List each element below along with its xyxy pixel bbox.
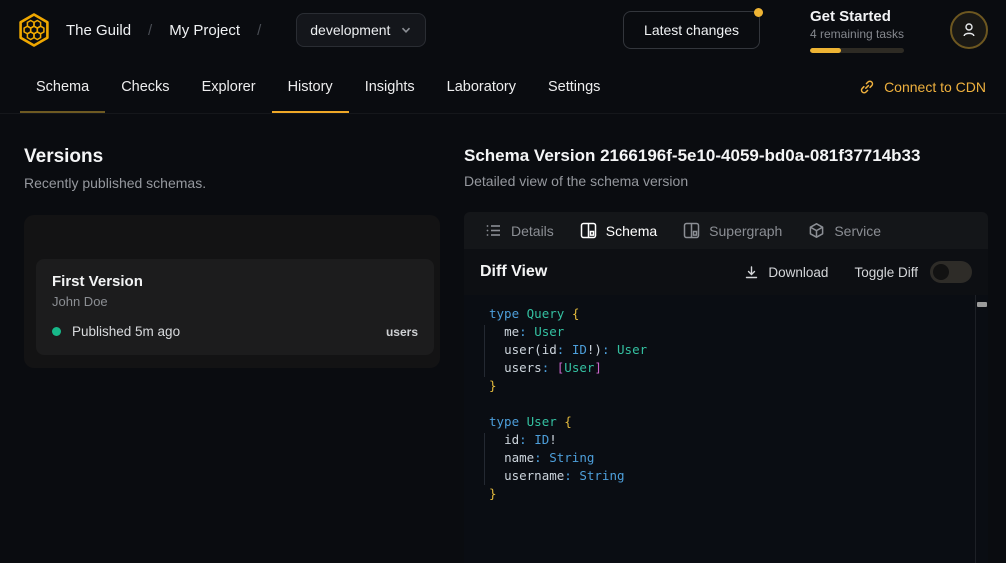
get-started-progress-fill — [810, 48, 841, 53]
version-list-item[interactable]: First Version John Doe Published 5m ago … — [36, 259, 434, 355]
toggle-diff-label: Toggle Diff — [854, 265, 918, 280]
detail-tab-supergraph-label: Supergraph — [709, 223, 782, 239]
columns-icon — [580, 222, 597, 239]
get-started-widget[interactable]: Get Started 4 remaining tasks — [810, 8, 904, 53]
tab-settings[interactable]: Settings — [532, 60, 616, 113]
columns-icon — [683, 222, 700, 239]
tab-laboratory[interactable]: Laboratory — [431, 60, 532, 113]
code-line — [489, 395, 958, 413]
breadcrumb-separator: / — [257, 22, 261, 39]
detail-tab-supergraph[interactable]: Supergraph — [670, 212, 795, 249]
code-line: } — [489, 485, 958, 503]
tab-checks[interactable]: Checks — [105, 60, 185, 113]
user-avatar[interactable] — [950, 11, 988, 49]
version-name: First Version — [52, 273, 418, 290]
app-root: The Guild / My Project / development Lat… — [0, 0, 1006, 563]
tab-checks-label: Checks — [121, 79, 169, 95]
tab-laboratory-label: Laboratory — [447, 79, 516, 95]
code-line: user(id: ID!): User — [489, 341, 958, 359]
versions-list: First Version John Doe Published 5m ago … — [24, 215, 440, 368]
tab-settings-label: Settings — [548, 79, 600, 95]
person-icon — [960, 21, 978, 39]
version-detail-subtitle: Detailed view of the schema version — [464, 173, 988, 189]
detail-tab-service-label: Service — [834, 223, 881, 239]
diff-view-actions: Download Toggle Diff — [744, 261, 972, 283]
main-content: Versions Recently published schemas. Fir… — [0, 114, 1006, 563]
breadcrumb-project[interactable]: My Project — [169, 22, 240, 39]
code-scrollbar — [975, 295, 988, 563]
tab-schema-label: Schema — [36, 79, 89, 95]
version-status: Published 5m ago — [72, 324, 180, 339]
top-header: The Guild / My Project / development Lat… — [0, 0, 1006, 60]
detail-tabs: Details Schema Supergraph — [464, 212, 988, 249]
target-selector-value: development — [310, 22, 390, 38]
service-badge: users — [386, 325, 418, 339]
schema-code-area: type Query { me: User user(id: ID!): Use… — [464, 295, 988, 563]
chevron-down-icon — [400, 24, 412, 36]
cube-icon — [808, 222, 825, 239]
toggle-diff-control: Toggle Diff — [854, 261, 972, 283]
detail-tab-service[interactable]: Service — [795, 212, 894, 249]
get-started-title: Get Started — [810, 8, 904, 25]
breadcrumb-org[interactable]: The Guild — [66, 22, 131, 39]
code-line: type Query { — [489, 305, 958, 323]
versions-title: Versions — [24, 146, 440, 168]
schema-viewer: Details Schema Supergraph — [464, 212, 988, 563]
code-line: username: String — [489, 467, 958, 485]
connect-to-cdn-label: Connect to CDN — [884, 79, 986, 95]
link-icon — [859, 79, 875, 95]
hive-logo-icon[interactable] — [14, 10, 54, 50]
get-started-subtitle: 4 remaining tasks — [810, 27, 904, 41]
tab-schema[interactable]: Schema — [20, 60, 105, 113]
code-line: users: [User] — [489, 359, 958, 377]
download-icon — [744, 265, 759, 280]
download-button[interactable]: Download — [744, 265, 828, 280]
version-detail-panel: Schema Version 2166196f-5e10-4059-bd0a-0… — [464, 114, 1006, 563]
versions-panel: Versions Recently published schemas. Fir… — [0, 114, 464, 563]
versions-subtitle: Recently published schemas. — [24, 175, 440, 191]
indent-guide — [484, 325, 485, 377]
download-label: Download — [768, 265, 828, 280]
list-icon — [485, 222, 502, 239]
toggle-diff-switch[interactable] — [930, 261, 972, 283]
toggle-knob — [933, 264, 949, 280]
tab-history[interactable]: History — [272, 60, 349, 113]
notification-dot — [754, 8, 763, 17]
indent-guide — [484, 433, 485, 485]
get-started-progress-track — [810, 48, 904, 53]
code-block: type Query { me: User user(id: ID!): Use… — [464, 295, 988, 513]
tab-insights-label: Insights — [365, 79, 415, 95]
code-line: name: String — [489, 449, 958, 467]
latest-changes-button[interactable]: Latest changes — [623, 11, 760, 49]
latest-changes-label: Latest changes — [644, 22, 739, 38]
detail-tab-schema[interactable]: Schema — [567, 212, 670, 249]
diff-view-header: Diff View Download Toggle Diff — [464, 249, 988, 295]
tab-explorer-label: Explorer — [202, 79, 256, 95]
code-line: type User { — [489, 413, 958, 431]
tab-history-label: History — [288, 79, 333, 95]
breadcrumb-separator: / — [148, 22, 152, 39]
scrollbar-thumb[interactable] — [977, 302, 987, 307]
code-line: id: ID! — [489, 431, 958, 449]
tab-insights[interactable]: Insights — [349, 60, 431, 113]
detail-tab-details-label: Details — [511, 223, 554, 239]
detail-tab-details[interactable]: Details — [472, 212, 567, 249]
detail-tab-schema-label: Schema — [606, 223, 657, 239]
code-line: } — [489, 377, 958, 395]
main-nav: Schema Checks Explorer History Insights … — [0, 60, 1006, 114]
published-status-dot — [52, 327, 61, 336]
connect-to-cdn-link[interactable]: Connect to CDN — [859, 60, 986, 113]
diff-view-title: Diff View — [480, 263, 547, 281]
version-author: John Doe — [52, 294, 418, 309]
version-status-row: Published 5m ago users — [52, 324, 418, 339]
tab-explorer[interactable]: Explorer — [186, 60, 272, 113]
target-selector-dropdown[interactable]: development — [296, 13, 426, 47]
code-line: me: User — [489, 323, 958, 341]
version-detail-title: Schema Version 2166196f-5e10-4059-bd0a-0… — [464, 146, 988, 166]
